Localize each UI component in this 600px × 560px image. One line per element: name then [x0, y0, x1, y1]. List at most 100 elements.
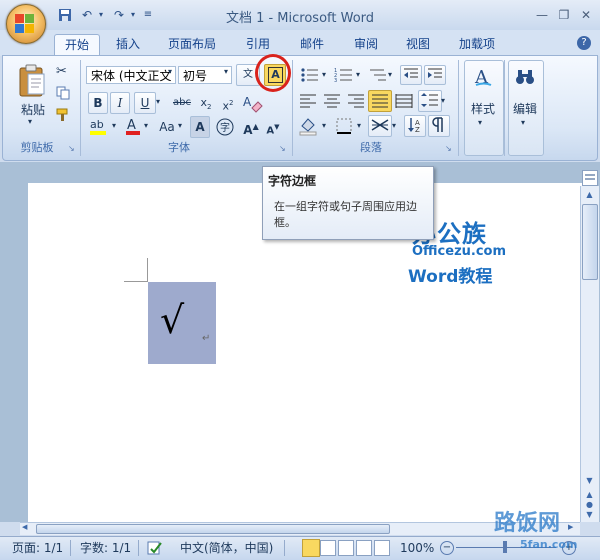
- decrease-indent-icon[interactable]: [400, 65, 422, 85]
- font-name-chevron-icon[interactable]: ▾: [168, 67, 172, 76]
- clear-formatting-icon[interactable]: A: [240, 92, 264, 114]
- tab-insert[interactable]: 插入: [108, 34, 148, 55]
- change-case-button[interactable]: Aa: [154, 116, 180, 138]
- highlight-dropdown-icon[interactable]: ▾: [112, 121, 116, 130]
- tab-addins[interactable]: 加载项: [452, 34, 502, 55]
- scroll-up-icon[interactable]: ▲: [583, 188, 596, 202]
- shrink-font-button[interactable]: A▼: [262, 116, 284, 138]
- character-shading-button[interactable]: A: [190, 116, 210, 138]
- copy-icon[interactable]: [56, 86, 70, 100]
- tab-page-layout[interactable]: 页面布局: [162, 34, 222, 55]
- shading-dropdown-icon[interactable]: ▾: [322, 121, 326, 130]
- proofing-icon[interactable]: [146, 540, 164, 556]
- tab-view[interactable]: 视图: [398, 34, 438, 55]
- font-size-chevron-icon[interactable]: ▾: [224, 67, 228, 76]
- subscript-button[interactable]: x2: [196, 92, 216, 114]
- increase-indent-icon[interactable]: [424, 65, 446, 85]
- undo-icon[interactable]: ↶: [78, 7, 96, 23]
- help-icon[interactable]: ?: [577, 36, 591, 50]
- previous-page-icon[interactable]: ▲: [583, 490, 596, 500]
- print-layout-view-icon[interactable]: [302, 539, 320, 557]
- bullets-icon[interactable]: [300, 66, 320, 84]
- group-separator: [458, 60, 459, 156]
- text-highlight-icon[interactable]: ab: [88, 116, 110, 136]
- multilevel-list-icon[interactable]: [368, 66, 388, 84]
- scroll-down-icon[interactable]: ▼: [583, 476, 596, 488]
- tab-mailings[interactable]: 邮件: [292, 34, 332, 55]
- next-page-icon[interactable]: ▼: [583, 510, 596, 520]
- status-page[interactable]: 页面: 1/1: [12, 540, 63, 556]
- bold-button[interactable]: B: [88, 92, 108, 114]
- cut-icon[interactable]: ✂: [56, 64, 67, 79]
- grow-font-button[interactable]: A▲: [240, 116, 262, 138]
- numbering-dropdown-icon[interactable]: ▾: [356, 70, 360, 79]
- close-button[interactable]: ✕: [576, 6, 596, 24]
- scroll-left-icon[interactable]: ◀: [22, 523, 32, 533]
- paste-button-label[interactable]: 粘贴: [18, 101, 48, 118]
- justify-button[interactable]: [368, 90, 392, 112]
- superscript-button[interactable]: x2: [218, 92, 238, 114]
- ruler-toggle-icon[interactable]: [582, 170, 598, 186]
- distributed-icon[interactable]: [394, 92, 414, 110]
- tab-review[interactable]: 审阅: [346, 34, 386, 55]
- multilevel-dropdown-icon[interactable]: ▾: [388, 70, 392, 79]
- paste-dropdown-icon[interactable]: ▾: [28, 117, 32, 126]
- zoom-slider-thumb[interactable]: [503, 541, 507, 553]
- paragraph-launcher-icon[interactable]: ↘: [445, 144, 452, 153]
- minimize-button[interactable]: —: [532, 6, 552, 24]
- borders-dropdown-icon[interactable]: ▾: [357, 121, 361, 130]
- browse-object-icon[interactable]: ●: [583, 500, 596, 510]
- clipboard-group-label: 剪贴板: [20, 141, 54, 154]
- tab-home[interactable]: 开始: [54, 34, 100, 56]
- status-language[interactable]: 中文(简体，中国): [180, 540, 273, 556]
- format-painter-icon[interactable]: [56, 108, 70, 122]
- full-screen-reading-icon[interactable]: [320, 540, 336, 556]
- sort-icon[interactable]: AZ: [404, 115, 426, 137]
- undo-dropdown-icon[interactable]: ▾: [96, 7, 106, 23]
- scroll-right-icon[interactable]: ▶: [568, 523, 578, 533]
- font-name-dropdown[interactable]: 宋体 (中文正文: [86, 66, 176, 84]
- chinese-layout-icon[interactable]: [368, 115, 392, 137]
- font-launcher-icon[interactable]: ↘: [279, 144, 286, 153]
- status-separator: [138, 540, 139, 556]
- font-color-dropdown-icon[interactable]: ▾: [144, 121, 148, 130]
- line-spacing-dropdown-icon[interactable]: ▾: [441, 96, 445, 105]
- redo-icon[interactable]: ↷: [110, 7, 128, 23]
- phonetic-guide-label: 文: [243, 69, 253, 80]
- shading-icon[interactable]: [298, 116, 320, 136]
- web-layout-icon[interactable]: [338, 540, 354, 556]
- line-spacing-icon[interactable]: [418, 90, 442, 112]
- outline-view-icon[interactable]: [356, 540, 372, 556]
- align-center-icon[interactable]: [322, 92, 342, 110]
- strikethrough-button[interactable]: abc: [168, 92, 196, 114]
- enclose-characters-icon[interactable]: 字: [214, 116, 236, 138]
- vertical-scroll-thumb[interactable]: [582, 204, 598, 280]
- bullets-dropdown-icon[interactable]: ▾: [322, 70, 326, 79]
- customize-toolbar-icon[interactable]: ≡: [142, 7, 154, 23]
- horizontal-scroll-thumb[interactable]: [36, 524, 390, 534]
- status-separator: [70, 540, 71, 556]
- clipboard-launcher-icon[interactable]: ↘: [68, 144, 75, 153]
- borders-icon[interactable]: [334, 116, 356, 136]
- save-icon[interactable]: [56, 7, 74, 23]
- show-hide-marks-icon[interactable]: [428, 115, 450, 137]
- numbering-icon[interactable]: 123: [334, 66, 354, 84]
- italic-button[interactable]: I: [110, 92, 130, 114]
- align-left-icon[interactable]: [298, 92, 318, 110]
- tab-references[interactable]: 引用: [238, 34, 278, 55]
- align-right-icon[interactable]: [346, 92, 366, 110]
- redo-dropdown-icon[interactable]: ▾: [128, 7, 138, 23]
- font-color-icon[interactable]: A: [124, 116, 142, 136]
- styles-icon: A: [472, 66, 494, 88]
- status-word-count[interactable]: 字数: 1/1: [80, 540, 131, 556]
- paste-icon[interactable]: [16, 64, 48, 98]
- zoom-out-icon[interactable]: −: [440, 541, 454, 555]
- zoom-level[interactable]: 100%: [400, 540, 434, 556]
- draft-view-icon[interactable]: [374, 540, 390, 556]
- underline-dropdown-icon[interactable]: ▾: [156, 97, 160, 106]
- svg-text:A: A: [127, 118, 136, 133]
- chinese-layout-dropdown-icon[interactable]: ▾: [392, 121, 396, 130]
- underline-button[interactable]: U: [134, 92, 156, 114]
- maximize-button[interactable]: ❐: [554, 6, 574, 24]
- change-case-dropdown-icon[interactable]: ▾: [178, 121, 182, 130]
